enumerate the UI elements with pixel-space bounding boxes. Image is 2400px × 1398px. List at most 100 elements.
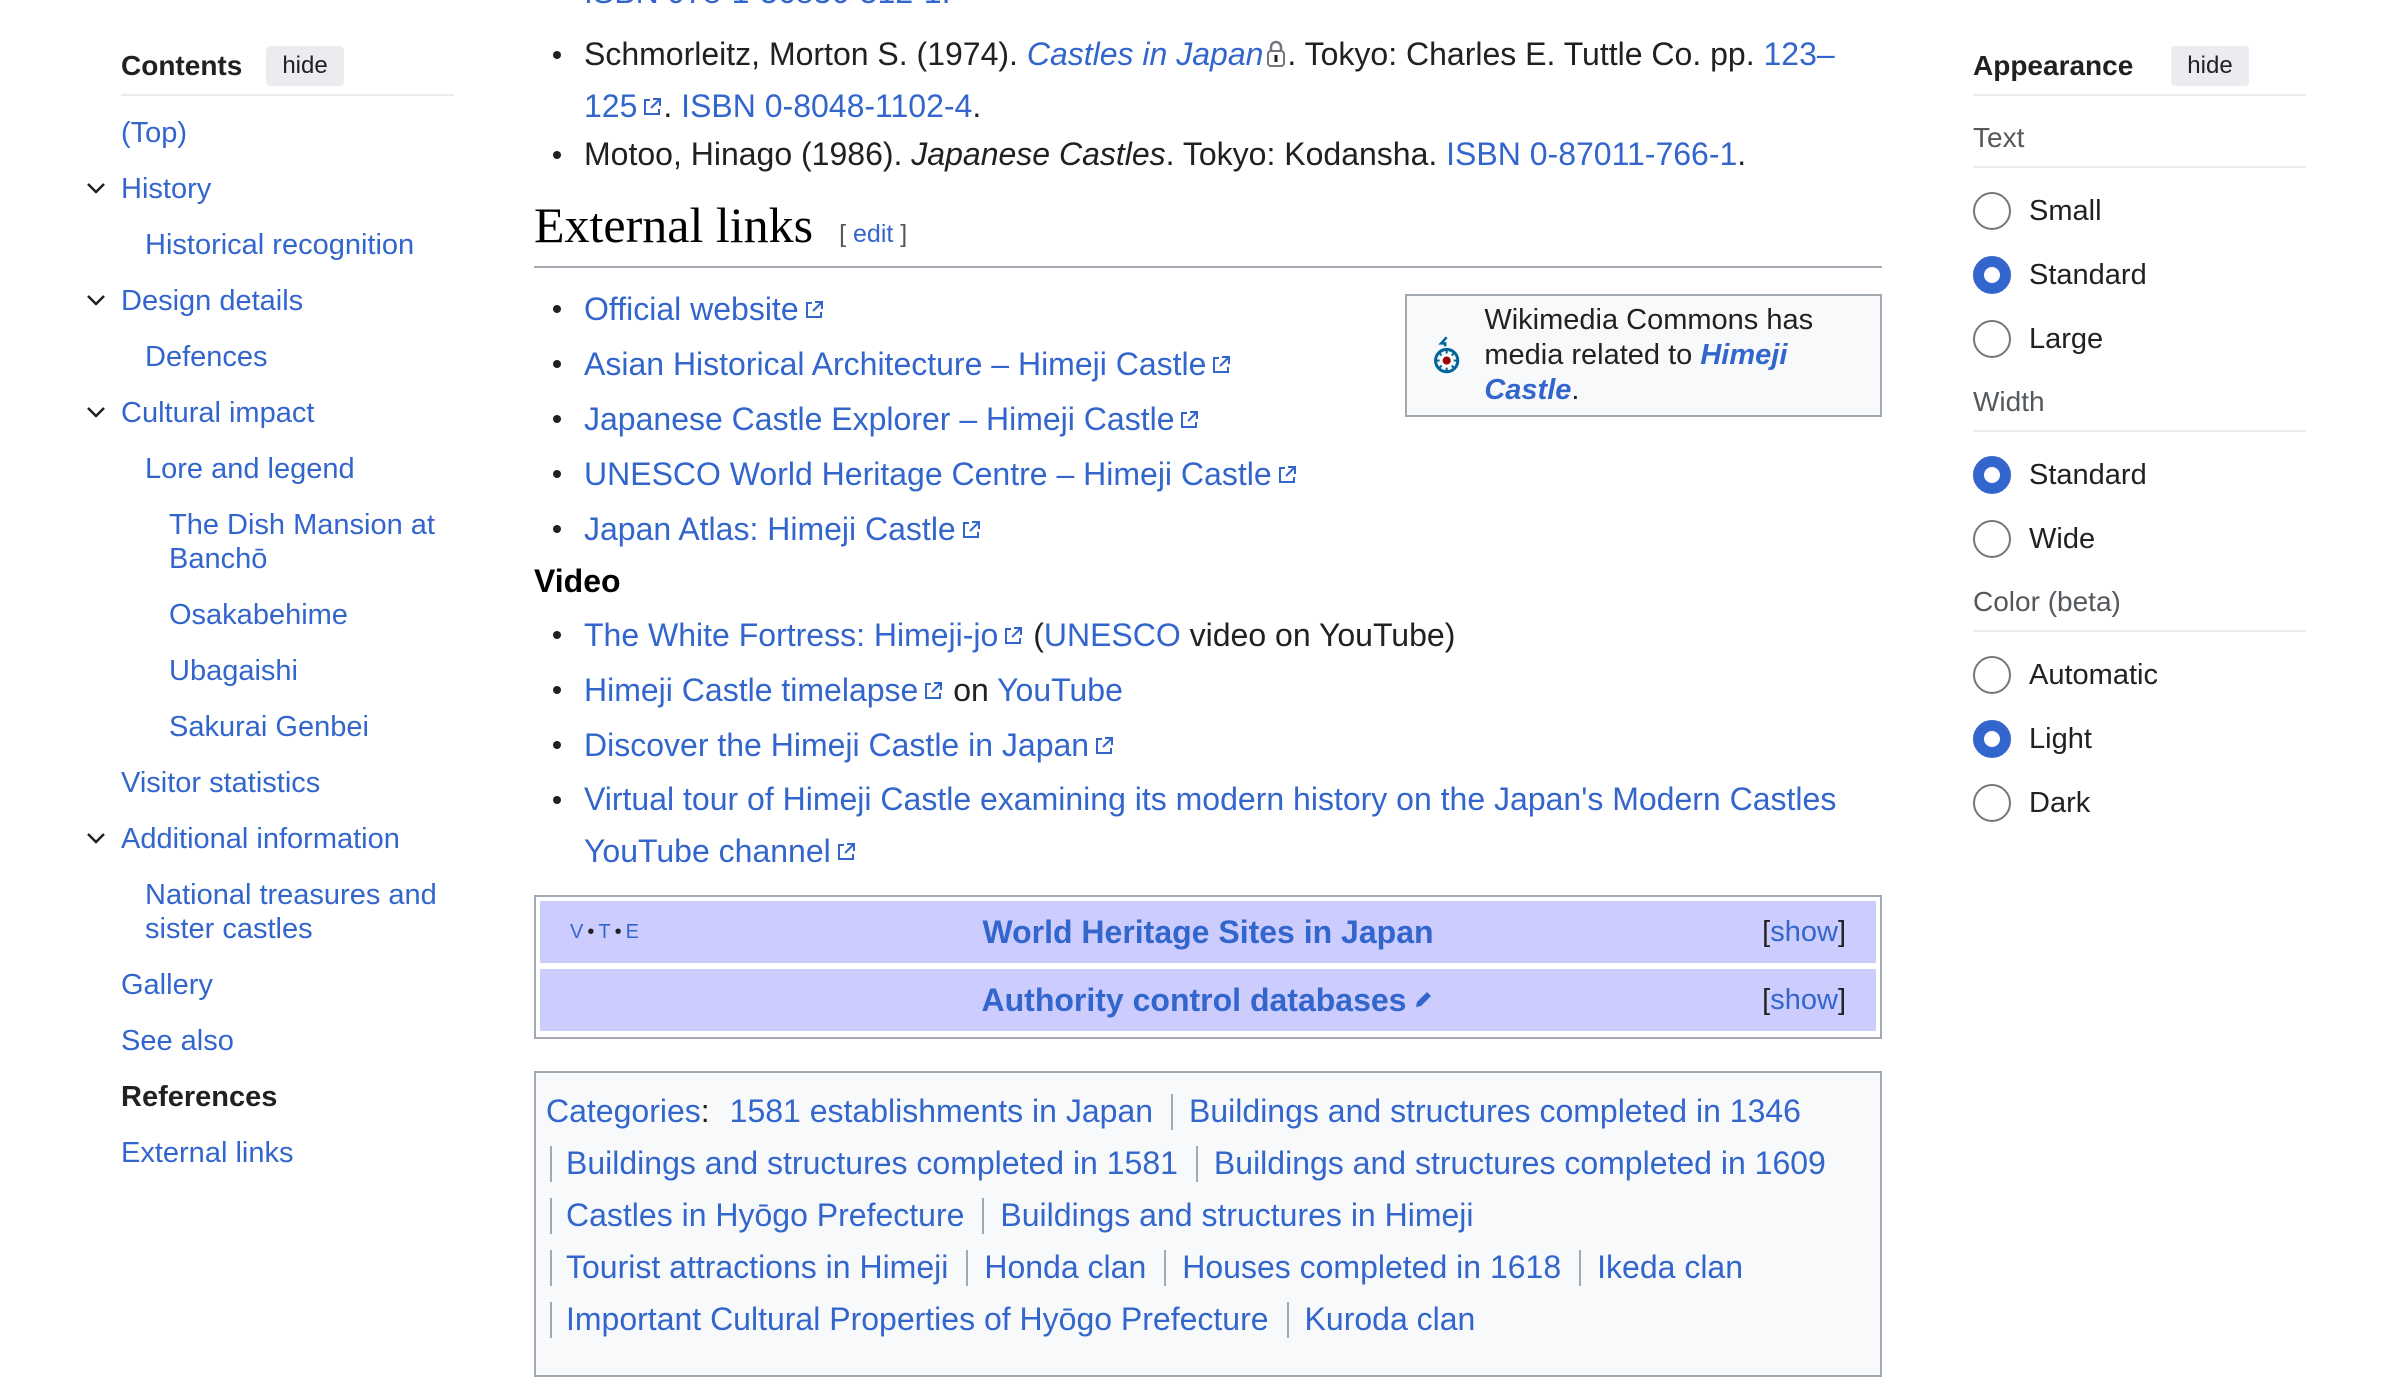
video-link[interactable]: Discover the Himeji Castle in Japan	[584, 727, 1089, 763]
radio-option-dark[interactable]: Dark	[1973, 782, 2306, 824]
category-link[interactable]: Houses completed in 1618	[1182, 1249, 1561, 1285]
navbox-title-link[interactable]: Authority control databases	[982, 982, 1407, 1019]
toc-link[interactable]: Defences	[145, 341, 268, 373]
toc-link[interactable]: Historical recognition	[145, 229, 414, 261]
toc-link[interactable]: (Top)	[121, 117, 187, 149]
radio-button[interactable]	[1973, 256, 2011, 294]
external-link[interactable]: Asian Historical Architecture – Himeji C…	[584, 346, 1206, 382]
navbox-title-link[interactable]: World Heritage Sites in Japan	[982, 914, 1433, 951]
radio-button[interactable]	[1973, 720, 2011, 758]
category-link[interactable]: Buildings and structures completed in 13…	[1189, 1093, 1801, 1129]
reference-motoo: Motoo, Hinago (1986). Japanese Castles. …	[534, 128, 1882, 180]
toc-link[interactable]: See also	[121, 1025, 234, 1057]
category-link[interactable]: 1581 establishments in Japan	[730, 1093, 1153, 1129]
bracket-close: ]	[1837, 983, 1846, 1016]
toc-link[interactable]: Sakurai Genbei	[169, 711, 369, 743]
radio-button[interactable]	[1973, 320, 2011, 358]
toc-link[interactable]: Gallery	[121, 969, 213, 1001]
toc-item[interactable]: References	[84, 1080, 454, 1114]
external-link[interactable]: UNESCO World Heritage Centre – Himeji Ca…	[584, 456, 1272, 492]
toc-item[interactable]: Historical recognition	[84, 228, 454, 262]
toc-hide-button[interactable]: hide	[266, 46, 344, 86]
toc-item[interactable]: Additional information	[84, 822, 454, 856]
video-link[interactable]: Himeji Castle timelapse	[584, 672, 918, 708]
toc-link[interactable]: Ubagaishi	[169, 655, 298, 687]
radio-option-standard[interactable]: Standard	[1973, 254, 2306, 296]
edit-template-link[interactable]: E	[626, 921, 641, 943]
radio-option-small[interactable]: Small	[1973, 190, 2306, 232]
radio-option-large[interactable]: Large	[1973, 318, 2306, 360]
show-button[interactable]: show	[1770, 984, 1838, 1016]
toc-item[interactable]: History	[84, 172, 454, 206]
category-link[interactable]: Buildings and structures completed in 15…	[566, 1145, 1178, 1181]
toc-item[interactable]: Lore and legend	[84, 452, 454, 486]
toc-link[interactable]: External links	[121, 1137, 293, 1169]
toc-link[interactable]: Design details	[121, 285, 303, 317]
vte-links: V • T • E	[570, 920, 641, 943]
radio-button[interactable]	[1973, 656, 2011, 694]
radio-button[interactable]	[1973, 192, 2011, 230]
isbn-link[interactable]: ISBN 0-8048-1102-4	[681, 88, 972, 124]
external-link[interactable]: Japan Atlas: Himeji Castle	[584, 511, 956, 547]
category-link[interactable]: Ikeda clan	[1597, 1249, 1743, 1285]
chevron-down-icon[interactable]	[84, 176, 108, 200]
video-item: The White Fortress: Himeji-jo (UNESCO vi…	[534, 608, 1882, 663]
toc-link[interactable]: Additional information	[121, 823, 400, 855]
view-template-link[interactable]: V	[570, 921, 585, 943]
toc-item[interactable]: National treasures and sister castles	[84, 878, 454, 946]
colon: :	[700, 1093, 710, 1129]
radio-button[interactable]	[1973, 784, 2011, 822]
toc-item[interactable]: Gallery	[84, 968, 454, 1002]
category-link[interactable]: Kuroda clan	[1305, 1301, 1476, 1337]
toc-item[interactable]: Cultural impact	[84, 396, 454, 430]
cut-off-isbn-link[interactable]: ISBN 978-1-56836-512-1.	[584, 0, 950, 11]
chevron-down-icon[interactable]	[84, 400, 108, 424]
radio-option-standard[interactable]: Standard	[1973, 454, 2306, 496]
toc-item[interactable]: External links	[84, 1136, 454, 1170]
external-link[interactable]: Official website	[584, 291, 799, 327]
categories-label-link[interactable]: Categories	[546, 1093, 701, 1129]
toc-link[interactable]: Visitor statistics	[121, 767, 320, 799]
pencil-icon[interactable]	[1412, 989, 1434, 1011]
radio-button[interactable]	[1973, 520, 2011, 558]
toc-link[interactable]: National treasures and sister castles	[145, 879, 437, 945]
appearance-hide-button[interactable]: hide	[2171, 46, 2249, 86]
video-link[interactable]: Virtual tour of Himeji Castle examining …	[584, 781, 1836, 869]
external-link[interactable]: Japanese Castle Explorer – Himeji Castle	[584, 401, 1174, 437]
category-link[interactable]: Buildings and structures completed in 16…	[1214, 1145, 1826, 1181]
toc-item[interactable]: Design details	[84, 284, 454, 318]
toc-link[interactable]: Cultural impact	[121, 397, 314, 429]
chevron-down-icon[interactable]	[84, 288, 108, 312]
talk-template-link[interactable]: T	[598, 921, 612, 943]
toc-link[interactable]: The Dish Mansion at Banchō	[169, 509, 435, 575]
toc-link[interactable]: Lore and legend	[145, 453, 355, 485]
reference-title-link[interactable]: Castles in Japan	[1027, 36, 1264, 72]
toc-item[interactable]: Defences	[84, 340, 454, 374]
show-button[interactable]: show	[1770, 916, 1838, 948]
chevron-down-icon[interactable]	[84, 826, 108, 850]
unesco-link[interactable]: UNESCO	[1044, 617, 1181, 653]
external-link-item: Official website	[534, 282, 1882, 337]
radio-option-light[interactable]: Light	[1973, 718, 2306, 760]
edit-link[interactable]: edit	[853, 220, 893, 248]
category-link[interactable]: Important Cultural Properties of Hyōgo P…	[566, 1301, 1269, 1337]
category-link[interactable]: Honda clan	[984, 1249, 1146, 1285]
youtube-link[interactable]: YouTube	[997, 672, 1123, 708]
toc-link[interactable]: History	[121, 173, 211, 205]
toc-item[interactable]: Visitor statistics	[84, 766, 454, 800]
toc-item[interactable]: (Top)	[84, 116, 454, 150]
toc-item[interactable]: The Dish Mansion at Banchō	[84, 508, 454, 576]
category-link[interactable]: Tourist attractions in Himeji	[566, 1249, 948, 1285]
toc-link[interactable]: Osakabehime	[169, 599, 348, 631]
category-link[interactable]: Castles in Hyōgo Prefecture	[566, 1197, 964, 1233]
toc-item[interactable]: See also	[84, 1024, 454, 1058]
radio-option-wide[interactable]: Wide	[1973, 518, 2306, 560]
radio-option-automatic[interactable]: Automatic	[1973, 654, 2306, 696]
category-link[interactable]: Buildings and structures in Himeji	[1000, 1197, 1473, 1233]
isbn-link[interactable]: ISBN 0-87011-766-1	[1446, 136, 1737, 172]
radio-button[interactable]	[1973, 456, 2011, 494]
toc-item[interactable]: Osakabehime	[84, 598, 454, 632]
video-link[interactable]: The White Fortress: Himeji-jo	[584, 617, 998, 653]
toc-item[interactable]: Sakurai Genbei	[84, 710, 454, 744]
toc-item[interactable]: Ubagaishi	[84, 654, 454, 688]
